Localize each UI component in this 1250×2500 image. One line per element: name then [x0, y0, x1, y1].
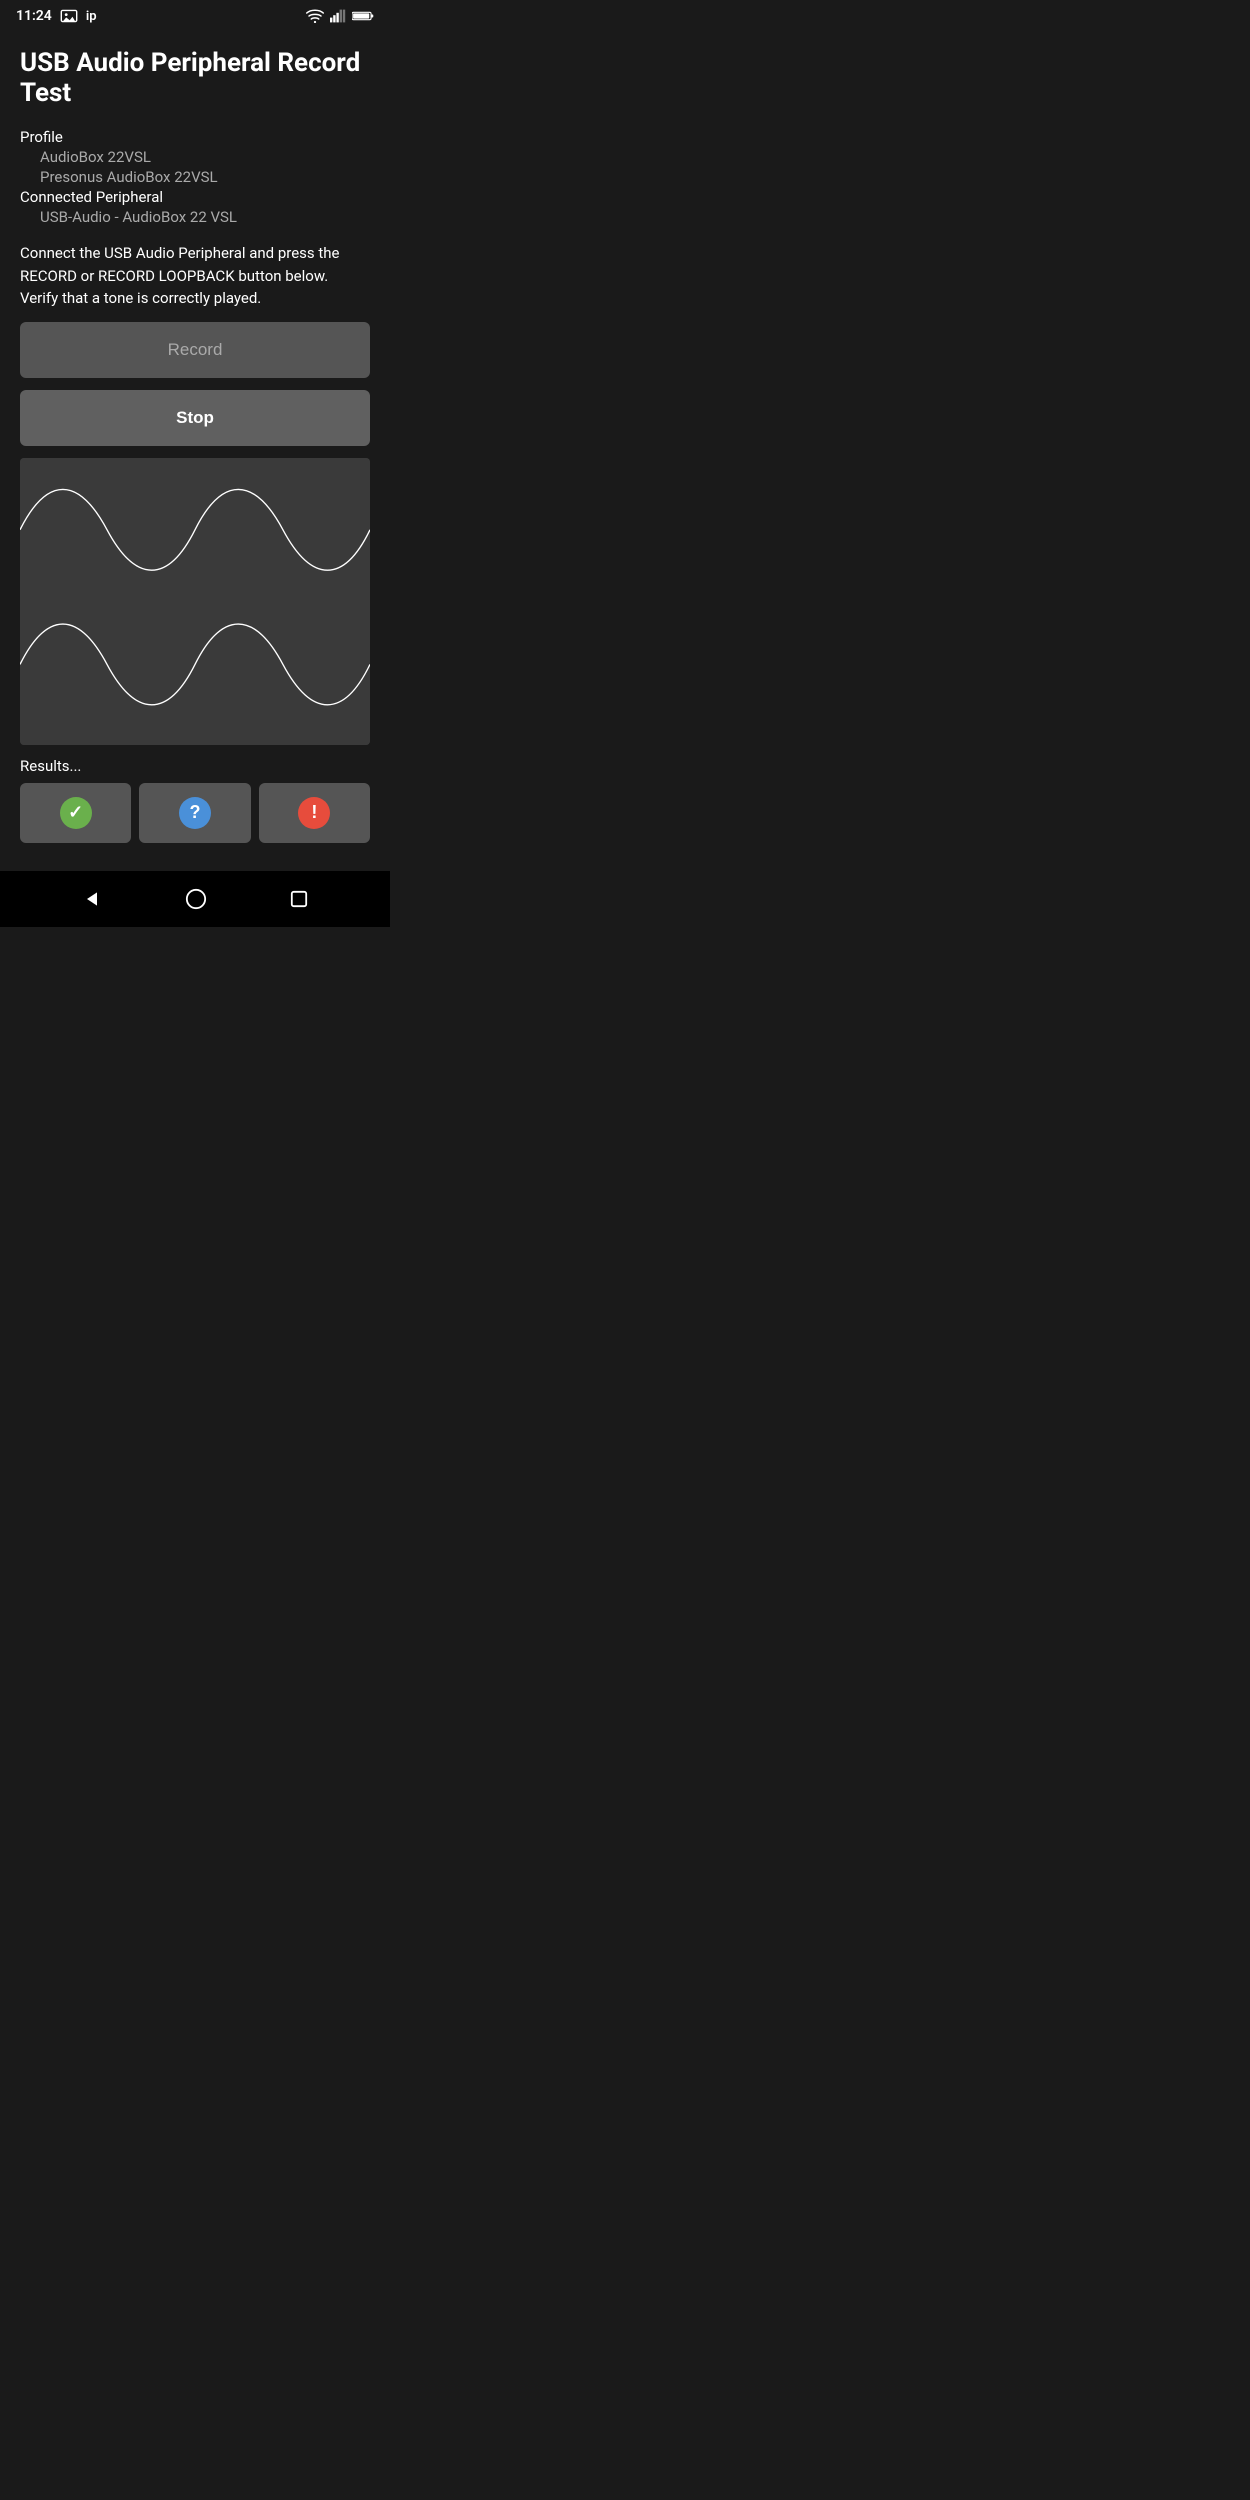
- profile-label: Profile: [20, 128, 370, 146]
- description-text: Connect the USB Audio Peripheral and pre…: [20, 242, 370, 310]
- results-section: Results... ✓ ? !: [20, 757, 370, 843]
- main-content: USB Audio Peripheral Record Test Profile…: [0, 32, 390, 871]
- home-button[interactable]: [177, 880, 215, 918]
- results-buttons: ✓ ? !: [20, 783, 370, 843]
- result-error-button[interactable]: !: [259, 783, 370, 843]
- recent-button[interactable]: [282, 882, 316, 916]
- profile-line1: AudioBox 22VSL: [20, 148, 370, 166]
- battery-icon: [352, 10, 374, 22]
- profile-section: Profile AudioBox 22VSL Presonus AudioBox…: [20, 128, 370, 226]
- result-info-button[interactable]: ?: [139, 783, 250, 843]
- signal-icon: [330, 9, 346, 23]
- question-icon: ?: [179, 797, 211, 829]
- connected-peripheral-value: USB-Audio - AudioBox 22 VSL: [20, 208, 370, 226]
- results-label: Results...: [20, 757, 370, 775]
- page-title: USB Audio Peripheral Record Test: [20, 48, 370, 108]
- ip-label: ip: [86, 9, 97, 24]
- stop-button[interactable]: Stop: [20, 390, 370, 446]
- back-button[interactable]: [74, 881, 110, 917]
- time-display: 11:24: [16, 8, 52, 24]
- waveform-display: [20, 458, 370, 745]
- home-icon: [185, 888, 207, 910]
- waveform-container: [20, 458, 370, 745]
- wifi-icon: [306, 9, 324, 23]
- back-icon: [82, 889, 102, 909]
- image-icon: [60, 9, 78, 23]
- status-right: [306, 9, 374, 23]
- recent-icon: [290, 890, 308, 908]
- check-icon: ✓: [60, 797, 92, 829]
- status-bar: 11:24 ip: [0, 0, 390, 32]
- bottom-nav: [0, 871, 390, 927]
- status-left: 11:24 ip: [16, 8, 97, 24]
- exclamation-icon: !: [298, 797, 330, 829]
- connected-peripheral-label: Connected Peripheral: [20, 188, 370, 206]
- profile-line2: Presonus AudioBox 22VSL: [20, 168, 370, 186]
- record-button[interactable]: Record: [20, 322, 370, 378]
- result-success-button[interactable]: ✓: [20, 783, 131, 843]
